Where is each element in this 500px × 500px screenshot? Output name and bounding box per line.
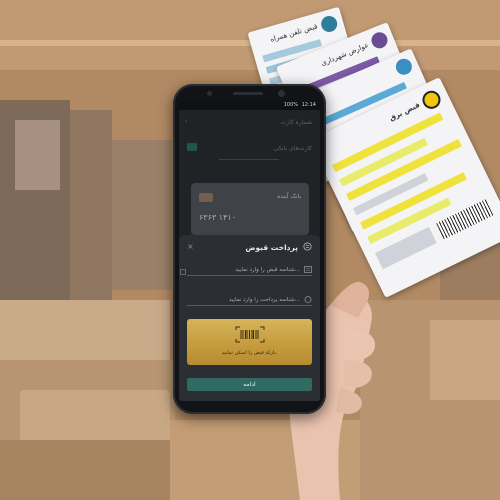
bank-card[interactable]: بانک آینده ۶۳۶۳ ۱۴۱۰ (191, 183, 309, 235)
payment-id-icon (304, 296, 312, 303)
add-card-icon[interactable] (187, 143, 197, 151)
barcode-icon (235, 326, 264, 343)
close-icon[interactable]: × (187, 242, 196, 251)
barcode-scan-button[interactable]: بارکد قبض را اسکن نمایید. (187, 319, 312, 365)
bill-id-placeholder: شناسه قبض را وارد نمایید... (235, 267, 300, 273)
payment-id-input[interactable]: شناسه پرداخت را وارد نمایید... (187, 293, 312, 306)
bank-card-number: ۶۳۶۳ ۱۴۱۰ (199, 213, 236, 222)
battery-level: 100% (283, 102, 298, 108)
bill-id-side-icon (180, 269, 186, 275)
back-icon[interactable]: ‹ (185, 118, 187, 125)
front-camera (278, 90, 285, 97)
smartphone: 100% 12:14 شماره کارت ‹ کارت‌های بانکی ب… (173, 84, 326, 414)
clock: 12:14 (301, 102, 316, 108)
bill-id-input[interactable]: شناسه قبض را وارد نمایید... (187, 263, 312, 276)
bank-logo-icon (199, 193, 213, 202)
status-bar: 100% 12:14 (179, 101, 320, 110)
receipt-icon (303, 242, 312, 251)
speaker-grille (233, 92, 263, 95)
barcode-hint: بارکد قبض را اسکن نمایید. (221, 350, 278, 356)
card-number-label: شماره کارت (280, 119, 312, 126)
payment-id-placeholder: شناسه پرداخت را وارد نمایید... (228, 297, 300, 303)
bank-card-name: بانک آینده (277, 193, 301, 200)
bill-id-icon (304, 266, 312, 273)
bill-payment-sheet: پرداخت قبوض × شناسه قبض را وارد نمایید..… (179, 235, 320, 401)
bank-cards-label: کارت‌های بانکی (273, 145, 312, 152)
sensor (207, 91, 212, 96)
continue-button[interactable]: ادامه (187, 378, 312, 391)
sheet-title: پرداخت قبوض (245, 243, 298, 252)
card-list-divider (219, 159, 279, 160)
phone-screen: 100% 12:14 شماره کارت ‹ کارت‌های بانکی ب… (179, 101, 320, 401)
